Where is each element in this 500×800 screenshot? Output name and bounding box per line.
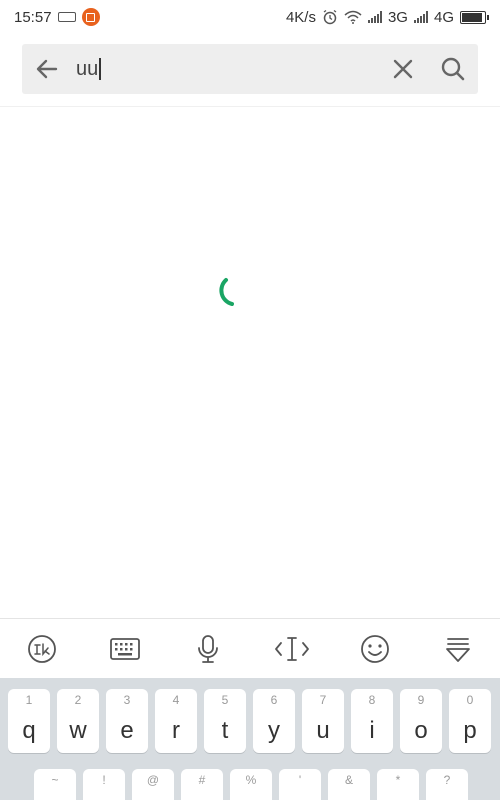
- key-e[interactable]: 3e: [106, 689, 148, 753]
- key-hint: 0: [466, 693, 474, 707]
- search-input[interactable]: uu: [72, 58, 378, 81]
- key-p[interactable]: 0p: [449, 689, 491, 753]
- key-l[interactable]: ?l: [426, 769, 468, 800]
- loading-spinner-icon: [219, 278, 234, 306]
- keyboard-keys: 1q2w3e4r5t6y7u8i9o0p ~a!s@d#f%g'h&j*k?l: [0, 678, 500, 800]
- key-label: o: [414, 717, 428, 744]
- search-bar: uu: [22, 44, 478, 94]
- handwriting-button[interactable]: [17, 624, 67, 674]
- key-a[interactable]: ~a: [34, 769, 76, 800]
- net-speed: 4K/s: [285, 8, 316, 26]
- key-label: e: [120, 717, 134, 744]
- key-hint: *: [395, 773, 401, 787]
- key-hint: #: [198, 773, 206, 787]
- key-d[interactable]: @d: [132, 769, 174, 800]
- key-y[interactable]: 6y: [253, 689, 295, 753]
- key-hint: 4: [172, 693, 180, 707]
- key-hint: 7: [319, 693, 327, 707]
- keyboard-icon: [110, 637, 140, 660]
- key-s[interactable]: !s: [83, 769, 125, 800]
- arrow-left-icon: [36, 59, 58, 79]
- key-hint: 2: [74, 693, 82, 707]
- key-i[interactable]: 8i: [351, 689, 393, 753]
- key-hint: 5: [221, 693, 229, 707]
- key-q[interactable]: 1q: [8, 689, 50, 753]
- key-hint: 9: [417, 693, 425, 707]
- wifi-icon: [344, 10, 362, 24]
- key-hint: ': [298, 773, 302, 787]
- key-h[interactable]: 'h: [279, 769, 321, 800]
- collapse-keyboard-button[interactable]: [433, 624, 483, 674]
- cursor-control-button[interactable]: [267, 624, 317, 674]
- key-hint: @: [146, 773, 160, 787]
- network-label-3g: 3G: [387, 8, 408, 26]
- key-w[interactable]: 2w: [57, 689, 99, 753]
- keyboard-toolbar: [0, 618, 500, 678]
- key-label: i: [369, 717, 375, 744]
- status-right: 4K/s 3G 4G: [285, 8, 489, 26]
- key-hint: &: [344, 773, 353, 787]
- status-bar: 15:57 4K/s 3G 4G: [0, 0, 500, 34]
- keyboard-switch-button[interactable]: [100, 624, 150, 674]
- signal-icon-2: [413, 11, 428, 23]
- text-caret: [99, 58, 101, 80]
- key-hint: 1: [25, 693, 33, 707]
- key-r[interactable]: 4r: [155, 689, 197, 753]
- key-hint: 8: [368, 693, 376, 707]
- search-query: uu: [76, 57, 99, 80]
- key-f[interactable]: #f: [181, 769, 223, 800]
- emoji-button[interactable]: [350, 624, 400, 674]
- back-button[interactable]: [22, 44, 72, 94]
- key-hint: %: [245, 773, 257, 787]
- key-u[interactable]: 7u: [302, 689, 344, 753]
- keyboard-status-icon: [57, 12, 76, 22]
- voice-input-button[interactable]: [183, 624, 233, 674]
- header-divider: [0, 106, 500, 107]
- key-label: p: [463, 717, 477, 744]
- key-label: u: [316, 717, 330, 744]
- key-label: w: [69, 717, 87, 744]
- key-k[interactable]: *k: [377, 769, 419, 800]
- key-hint: !: [102, 773, 106, 787]
- signal-icon: [367, 11, 382, 23]
- key-hint: ~: [51, 773, 59, 787]
- collapse-keyboard-icon: [446, 637, 471, 662]
- close-icon: [393, 59, 413, 79]
- key-hint: ?: [443, 773, 451, 787]
- emoji-icon: [361, 634, 389, 663]
- key-o[interactable]: 9o: [400, 689, 442, 753]
- handwriting-icon: [27, 634, 56, 663]
- clear-button[interactable]: [378, 44, 428, 94]
- clock: 15:57: [14, 8, 52, 26]
- alarm-icon: [323, 9, 337, 25]
- key-hint: 6: [270, 693, 278, 707]
- search-icon: [441, 57, 465, 81]
- key-t[interactable]: 5t: [204, 689, 246, 753]
- key-label: y: [268, 717, 280, 744]
- status-left: 15:57: [14, 8, 100, 26]
- key-hint: 3: [123, 693, 131, 707]
- network-label-4g: 4G: [433, 8, 454, 26]
- key-label: t: [221, 717, 229, 744]
- key-j[interactable]: &j: [328, 769, 370, 800]
- key-label: r: [172, 717, 180, 744]
- microphone-icon: [198, 634, 219, 663]
- battery-icon: [460, 10, 489, 24]
- key-label: q: [22, 717, 36, 744]
- search-button[interactable]: [428, 44, 478, 94]
- app-notification-icon: [81, 8, 100, 26]
- cursor-icon: [274, 636, 309, 661]
- key-g[interactable]: %g: [230, 769, 272, 800]
